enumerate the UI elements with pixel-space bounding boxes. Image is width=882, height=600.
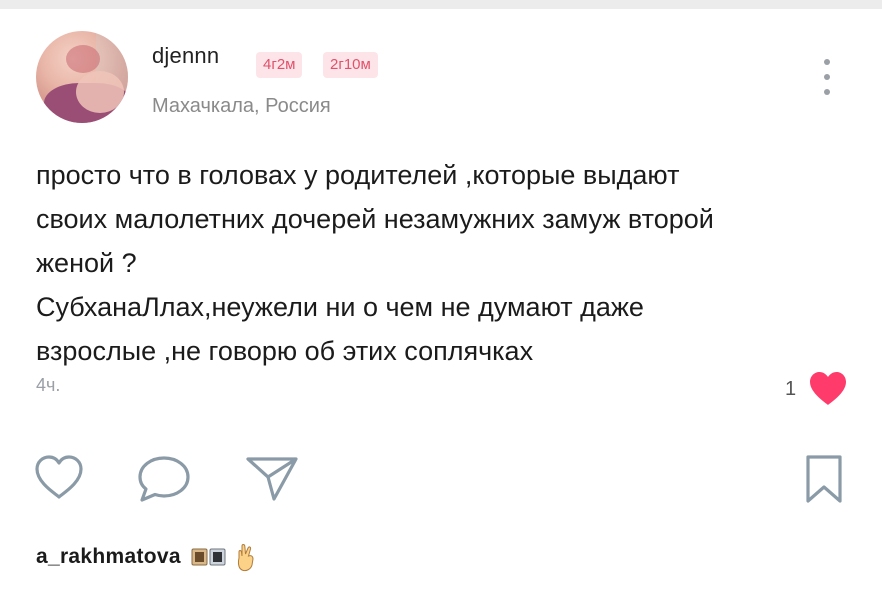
post-body-line: СубханаЛлах,неужели ни о чем не думают д… <box>36 292 644 322</box>
post-body-line: взрослые ,не говорю об этих соплячках <box>36 336 534 366</box>
comment-icon[interactable] <box>136 454 192 504</box>
post-body-line: своих малолетних дочерей незамужних заму… <box>36 204 714 234</box>
post-body: просто что в головах у родителей ,которы… <box>36 153 856 373</box>
author-badge-1: 4г2м <box>256 52 303 78</box>
post-body-line: просто что в головах у родителей ,которы… <box>36 160 680 190</box>
like-icon[interactable] <box>34 454 84 500</box>
top-divider <box>0 0 882 9</box>
post-timestamp: 4ч. <box>36 375 61 395</box>
avatar[interactable] <box>36 31 128 123</box>
post-author-username[interactable]: djennn <box>152 43 219 69</box>
post-card: djennn 4г2м 2г10м Махачкала, Россия прос… <box>0 9 882 600</box>
post-location[interactable]: Махачкала, Россия <box>152 95 331 118</box>
crossed-fingers-emoji-icon <box>237 544 254 572</box>
like-count[interactable]: 1 <box>785 378 796 401</box>
share-icon[interactable] <box>244 453 300 503</box>
post-body-line: женой ? <box>36 248 137 278</box>
author-badge-2: 2г10м <box>323 52 378 78</box>
more-options-icon[interactable] <box>815 57 839 97</box>
tablet-emoji-icon <box>191 548 226 566</box>
comment-preview[interactable]: a_rakhmatova <box>36 541 257 573</box>
bookmark-icon[interactable] <box>803 453 845 505</box>
liked-heart-icon[interactable] <box>808 371 848 407</box>
comment-username[interactable]: a_rakhmatova <box>36 545 181 569</box>
